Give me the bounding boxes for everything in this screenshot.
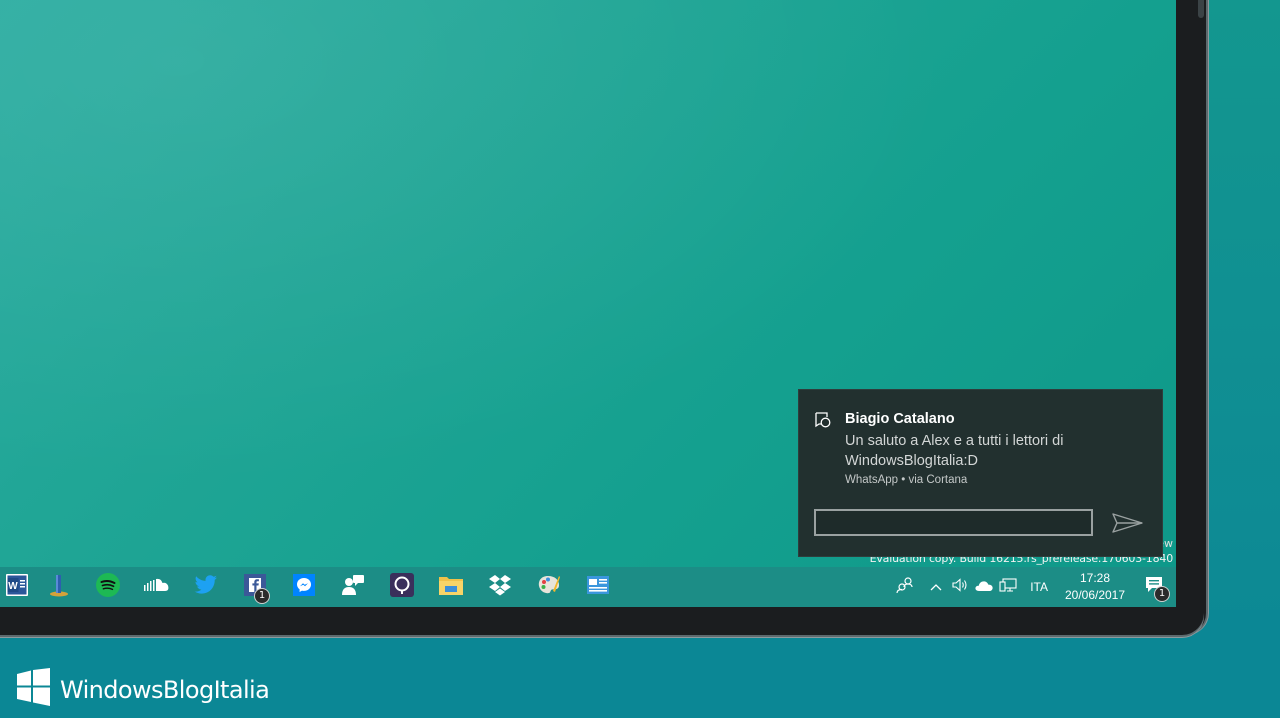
taskbar-app-cortana[interactable]	[377, 567, 426, 607]
word-icon: W	[6, 573, 28, 601]
taskbar: W 1 ITA 17:28 20/06/2017 1	[0, 567, 1176, 607]
people-icon	[341, 573, 365, 602]
dropbox-icon	[488, 574, 512, 601]
volume-button[interactable]	[948, 567, 972, 607]
facebook-badge: 1	[254, 588, 270, 604]
windowsblogitalia-logo: WindowsBlogItalia	[17, 668, 270, 711]
taskbar-app-word[interactable]: W	[0, 567, 34, 607]
people-bar-button[interactable]	[886, 567, 924, 607]
volume-icon	[952, 577, 968, 597]
twitter-icon	[194, 574, 218, 600]
clock-date: 20/06/2017	[1064, 588, 1126, 602]
send-icon[interactable]	[1111, 512, 1145, 534]
action-center-icon	[1145, 576, 1163, 598]
taskbar-app-messenger[interactable]	[279, 567, 328, 607]
svg-text:W: W	[8, 581, 18, 592]
taskbar-app-soundcloud[interactable]	[132, 567, 181, 607]
onedrive-cloud-icon	[975, 578, 993, 596]
taskbar-app-dropbox[interactable]	[475, 567, 524, 607]
people-bar-icon	[896, 576, 914, 598]
taskbar-app-people[interactable]	[328, 567, 377, 607]
soundcloud-icon	[143, 578, 170, 597]
messenger-icon	[292, 573, 315, 601]
network-button[interactable]	[996, 567, 1020, 607]
facebook-icon	[243, 573, 266, 601]
whatsapp-notification-toast[interactable]: Biagio Catalano Un saluto a Alex e a tut…	[799, 390, 1162, 556]
input-language[interactable]: ITA	[1020, 580, 1058, 594]
cortana-icon	[389, 572, 414, 602]
taskbar-app-twitter[interactable]	[181, 567, 230, 607]
taskbar-app-news[interactable]	[573, 567, 622, 607]
chevron-up-icon	[930, 578, 942, 596]
system-tray: ITA 17:28 20/06/2017 1	[886, 567, 1176, 607]
news-icon	[586, 575, 609, 599]
cortana-notification-icon	[814, 412, 831, 434]
show-hidden-icons-button[interactable]	[924, 567, 948, 607]
device-bezel-bottom	[0, 607, 1204, 635]
spotify-icon	[95, 572, 120, 602]
bridge-app-icon	[48, 573, 70, 602]
device-bezel-right	[1176, 0, 1206, 635]
clock-time: 17:28	[1079, 571, 1111, 585]
notification-sender: Biagio Catalano	[845, 411, 955, 427]
reply-input[interactable]	[814, 509, 1093, 536]
taskbar-app-paint[interactable]	[524, 567, 573, 607]
device-bezel-nub	[1198, 0, 1204, 18]
taskbar-app-spotify[interactable]	[83, 567, 132, 607]
action-center-button[interactable]: 1	[1132, 567, 1176, 607]
taskbar-app-bridge[interactable]	[34, 567, 83, 607]
paint-icon	[537, 573, 561, 602]
network-icon	[999, 577, 1017, 597]
file-explorer-icon	[438, 575, 463, 600]
notification-message: Un saluto a Alex e a tutti i lettori di …	[845, 433, 1064, 469]
notification-source: WhatsApp • via Cortana	[845, 474, 968, 486]
taskbar-app-file-explorer[interactable]	[426, 567, 475, 607]
onedrive-button[interactable]	[972, 567, 996, 607]
notifications-badge: 1	[1154, 586, 1170, 602]
logo-text: WindowsBlogItalia	[60, 675, 270, 704]
windows-logo-icon	[17, 668, 50, 711]
clock[interactable]: 17:28 20/06/2017	[1058, 570, 1132, 604]
taskbar-apps: W 1	[0, 567, 622, 607]
taskbar-app-facebook[interactable]: 1	[230, 567, 279, 607]
